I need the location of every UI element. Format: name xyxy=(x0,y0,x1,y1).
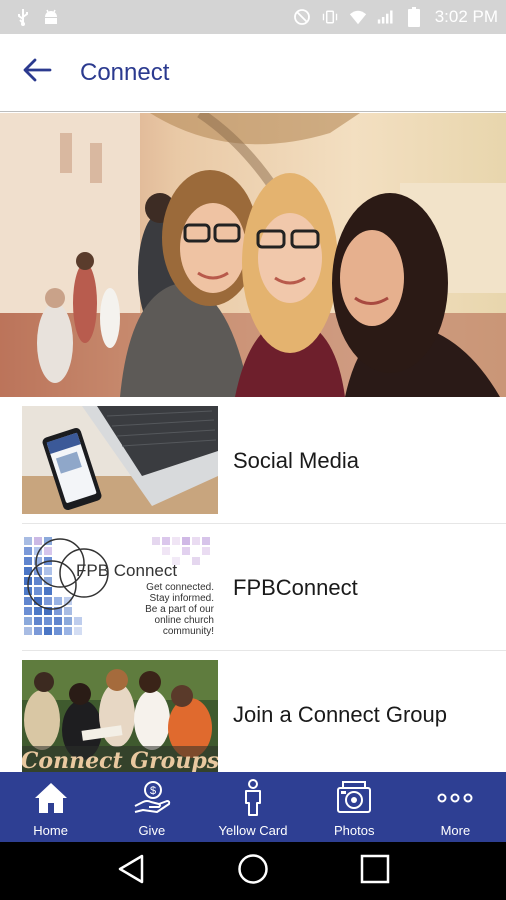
person-icon xyxy=(233,778,273,818)
nav-label: Home xyxy=(33,823,68,838)
system-recents-button[interactable] xyxy=(350,846,400,896)
nav-label: More xyxy=(440,823,471,838)
connect-list: Social Media FPB Connect Get connected. … xyxy=(0,397,506,772)
nav-label: Give xyxy=(138,823,166,838)
usb-icon xyxy=(14,8,32,26)
bottom-nav: Home $ Give Yellow Card Photos More xyxy=(0,772,506,842)
list-item-fpbconnect[interactable]: FPB Connect Get connected. Stay informed… xyxy=(0,524,506,651)
hero-image xyxy=(0,113,506,397)
status-left xyxy=(14,8,60,26)
connect-groups-thumbnail: Connect Groups xyxy=(22,660,218,772)
list-item-label: FPBConnect xyxy=(233,574,358,600)
fpb-thumb-line: online church xyxy=(155,615,214,626)
signal-icon xyxy=(377,8,395,26)
back-button[interactable] xyxy=(2,34,72,112)
nav-label: Photos xyxy=(333,823,375,838)
status-time: 3:02 PM xyxy=(434,7,498,26)
home-circle-icon xyxy=(237,853,269,890)
give-icon: $ xyxy=(132,778,172,818)
nav-more[interactable]: More xyxy=(405,772,506,842)
system-back-button[interactable] xyxy=(106,846,156,896)
more-icon xyxy=(435,778,475,818)
fpb-thumb-line: Be a part of our xyxy=(145,604,215,615)
app-bar: Connect xyxy=(0,34,506,112)
camera-icon xyxy=(334,778,374,818)
battery-icon xyxy=(405,7,423,27)
vibrate-icon xyxy=(321,8,339,26)
fpbconnect-thumbnail: FPB Connect Get connected. Stay informed… xyxy=(22,533,218,641)
status-right: 3:02 PM xyxy=(293,7,498,27)
recents-square-icon xyxy=(360,854,390,889)
nav-home[interactable]: Home xyxy=(0,772,101,842)
system-nav-bar xyxy=(0,842,506,900)
list-item-social-media[interactable]: Social Media xyxy=(0,397,506,524)
list-item-label: Join a Connect Group xyxy=(233,701,448,727)
nav-label: Yellow Card xyxy=(218,823,288,838)
fpb-thumb-line: Get connected. xyxy=(146,582,214,593)
android-debug-icon xyxy=(42,8,60,26)
status-bar: 3:02 PM xyxy=(0,0,506,34)
no-sim-icon xyxy=(293,8,311,26)
social-media-thumbnail xyxy=(22,406,218,514)
system-home-button[interactable] xyxy=(228,846,278,896)
home-icon xyxy=(31,778,71,818)
list-item-join-connect-group[interactable]: Connect Groups Join a Connect Group xyxy=(0,651,506,772)
fpb-thumb-title: FPB Connect xyxy=(76,561,177,580)
nav-give[interactable]: $ Give xyxy=(101,772,202,842)
connect-groups-thumb-text: Connect Groups xyxy=(22,748,218,772)
arrow-left-icon xyxy=(22,58,52,87)
wifi-icon xyxy=(349,8,367,26)
list-item-label: Social Media xyxy=(233,447,359,473)
nav-photos[interactable]: Photos xyxy=(304,772,405,842)
nav-yellow-card[interactable]: Yellow Card xyxy=(202,772,303,842)
fpb-thumb-line: community! xyxy=(163,626,214,637)
svg-text:$: $ xyxy=(150,785,156,797)
fpb-thumb-line: Stay informed. xyxy=(150,593,214,604)
page-title: Connect xyxy=(80,58,170,86)
back-triangle-icon xyxy=(117,854,145,889)
